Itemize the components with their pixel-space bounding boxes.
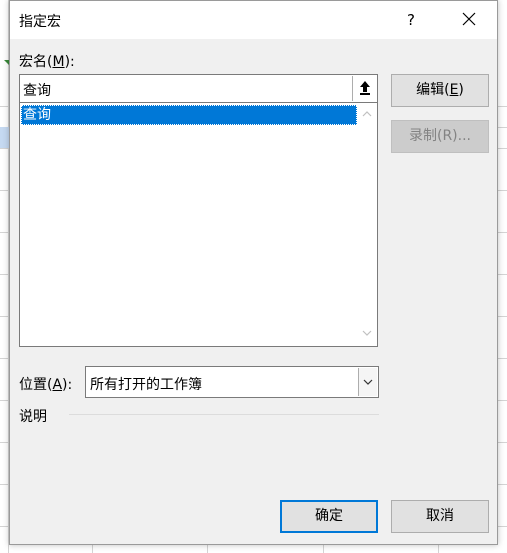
scroll-down-button[interactable] (357, 324, 377, 344)
chevron-up-icon (362, 111, 372, 117)
macro-list-item[interactable]: 查询 (21, 105, 357, 125)
dropdown-arrow-button[interactable] (358, 368, 377, 396)
dialog-title: 指定宏 (19, 14, 61, 30)
help-button[interactable]: ? (396, 7, 426, 33)
collapse-upload-icon (359, 81, 370, 95)
macro-name-input[interactable]: 查询 (19, 74, 378, 103)
collapse-button[interactable] (352, 76, 376, 101)
edit-button[interactable]: 编辑(E) (391, 74, 489, 107)
title-bar[interactable]: 指定宏 ? (10, 1, 497, 39)
cancel-button[interactable]: 取消 (391, 500, 489, 533)
record-button: 录制(R)... (391, 120, 489, 153)
close-icon (462, 12, 476, 26)
macro-name-value: 查询 (23, 83, 51, 99)
chevron-down-icon (362, 330, 372, 336)
description-divider (69, 414, 379, 415)
description-label: 说明 (19, 409, 47, 425)
selected-cell (0, 127, 9, 148)
macro-list[interactable]: 查询 (19, 103, 378, 347)
location-dropdown[interactable]: 所有打开的工作簿 (85, 366, 379, 398)
assign-macro-dialog: 指定宏 ? 宏名(M): 查询 查询 编辑(E) 录制(R)... 位置(A):… (9, 0, 498, 545)
macro-name-label: 宏名(M): (19, 54, 75, 70)
location-label: 位置(A): (19, 377, 73, 393)
chevron-down-icon (363, 379, 373, 385)
ok-button[interactable]: 确定 (280, 500, 378, 533)
location-selected-value: 所有打开的工作簿 (90, 377, 202, 393)
close-button[interactable] (451, 7, 487, 33)
list-scrollbar[interactable] (357, 103, 377, 346)
scroll-up-button[interactable] (357, 105, 377, 125)
